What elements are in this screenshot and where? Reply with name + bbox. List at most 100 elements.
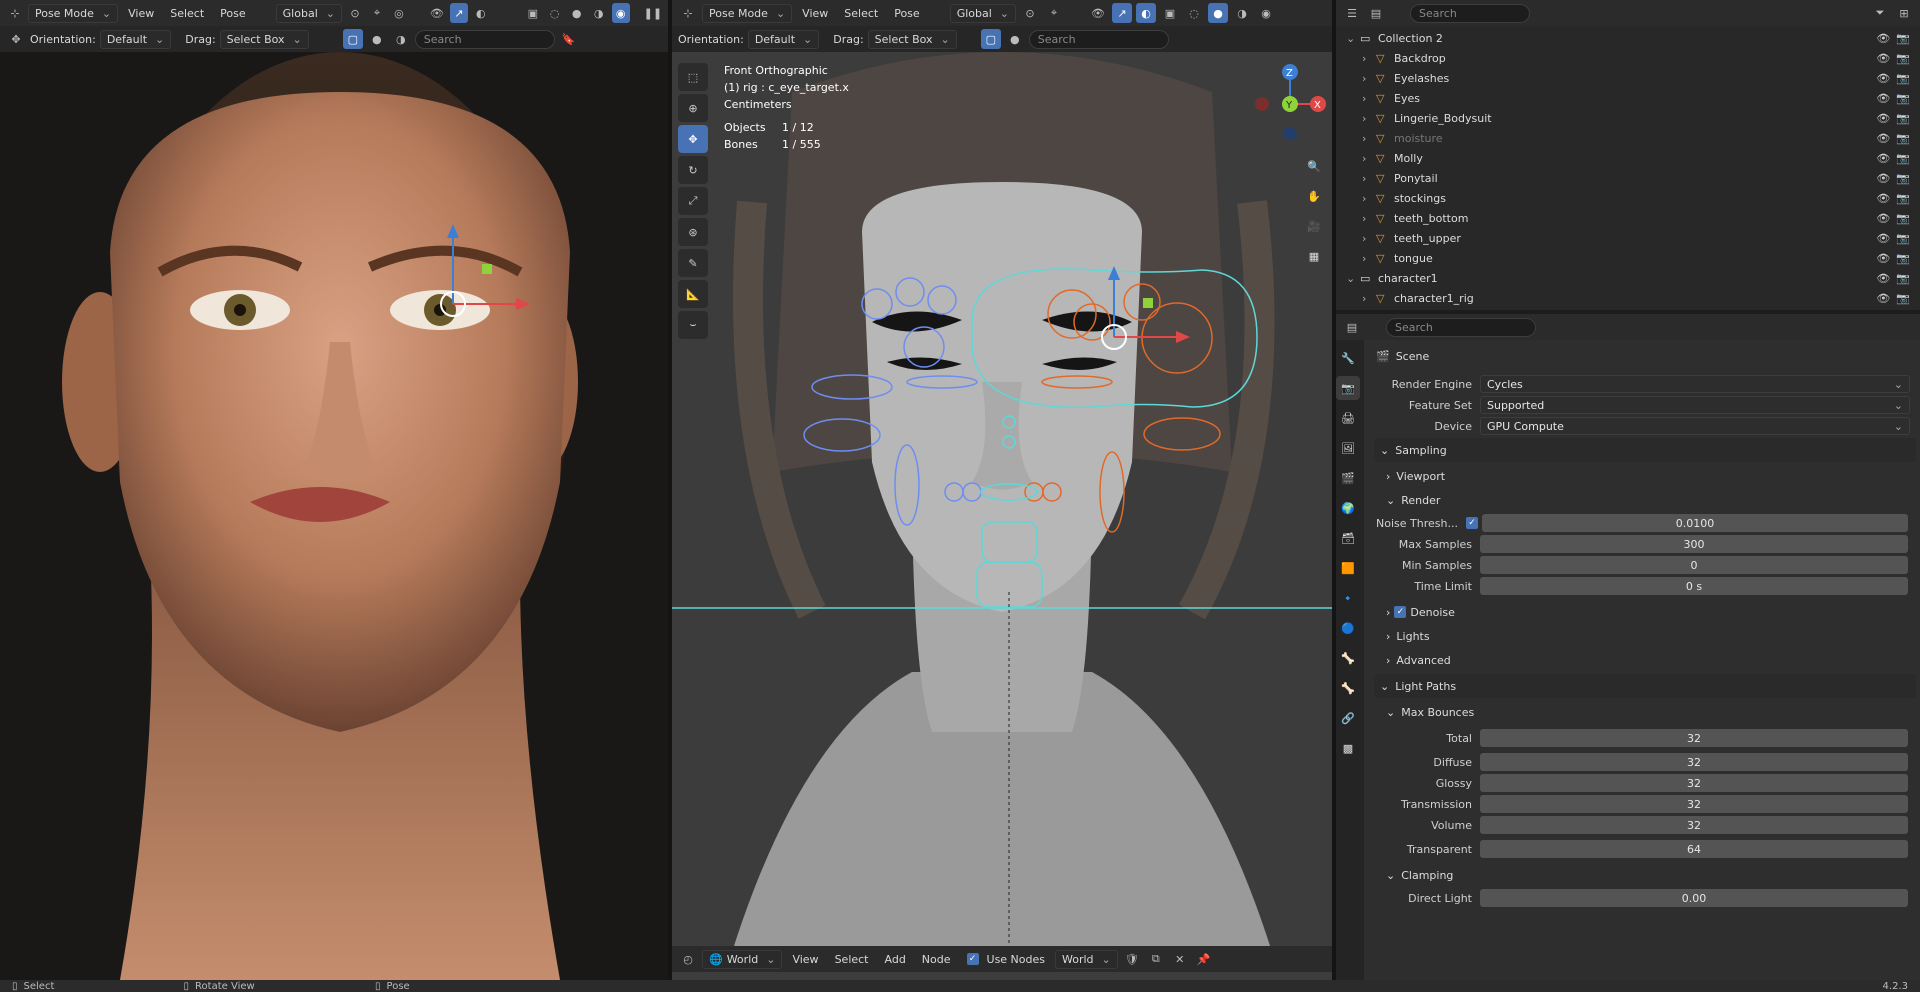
outliner-row[interactable]: › ▽ teeth_upper 👁 📷	[1336, 228, 1920, 248]
expand-chevron-right-icon[interactable]: ›	[1362, 52, 1376, 65]
max-samples-field[interactable]: 300	[1480, 535, 1908, 553]
pan-hand-icon[interactable]: ✋	[1302, 184, 1326, 208]
menu-select[interactable]: Select	[164, 5, 210, 22]
shading-ball-icon-3[interactable]: ●	[1005, 29, 1025, 49]
diffuse-field[interactable]: 32	[1480, 753, 1908, 771]
measure-tool-icon[interactable]: 📐	[678, 280, 708, 308]
advanced-subpanel[interactable]: › Advanced	[1370, 648, 1920, 672]
outliner-row[interactable]: › ▽ stockings 👁 📷	[1336, 188, 1920, 208]
solid-shading-icon-2[interactable]: ●	[1208, 3, 1228, 23]
bone-tab-icon[interactable]: 🦴	[1336, 676, 1360, 700]
cursor-tool-icon[interactable]: ⊕	[678, 94, 708, 122]
transparent-field[interactable]: 64	[1480, 840, 1908, 858]
menu-pose-2[interactable]: Pose	[888, 5, 925, 22]
expand-chevron-right-icon[interactable]: ›	[1362, 212, 1376, 225]
snap-icon[interactable]: ⌖	[368, 3, 386, 23]
eye-icon[interactable]: 👁	[1876, 272, 1890, 285]
max-bounces-subpanel[interactable]: ⌄ Max Bounces	[1370, 700, 1920, 724]
eye-icon[interactable]: 👁	[1876, 232, 1890, 245]
armature-tab-icon[interactable]: 🦴	[1336, 646, 1360, 670]
render-engine-dropdown[interactable]: Cycles	[1480, 375, 1910, 393]
editor-type-icon[interactable]: ⊹	[6, 3, 24, 23]
camera-icon[interactable]: 🎥	[1302, 214, 1326, 238]
bookmark-icon[interactable]: 🔖	[559, 29, 579, 49]
mode-dropdown[interactable]: Pose Mode	[27, 3, 119, 23]
camera-icon[interactable]: 📷	[1896, 132, 1910, 145]
camera-icon[interactable]: 📷	[1896, 72, 1910, 85]
visibility-icon-2[interactable]: 👁	[1088, 3, 1108, 23]
move-tool-icon-2[interactable]: ✥	[678, 125, 708, 153]
rendered-shading-icon-2[interactable]: ◉	[1256, 3, 1276, 23]
drag-dropdown-2[interactable]: Select Box	[867, 29, 957, 49]
new-collection-icon[interactable]: ⊞	[1894, 3, 1914, 23]
feature-set-dropdown[interactable]: Supported	[1480, 396, 1910, 414]
rendered-shading-icon[interactable]: ◉	[611, 3, 630, 23]
camera-icon[interactable]: 📷	[1896, 32, 1910, 45]
outliner-row[interactable]: ⌄ ▭ Collection 2 👁 📷	[1336, 28, 1920, 48]
direct-light-field[interactable]: 0.00	[1480, 889, 1908, 907]
node-menu-add[interactable]: Add	[879, 951, 912, 968]
pivot-icon-2[interactable]: ⊙	[1020, 3, 1040, 23]
node-menu-view[interactable]: View	[786, 951, 824, 968]
eye-icon[interactable]: 👁	[1876, 212, 1890, 225]
camera-icon[interactable]: 📷	[1896, 212, 1910, 225]
outliner-row[interactable]: › ▽ teeth_bottom 👁 📷	[1336, 208, 1920, 228]
expand-chevron-right-icon[interactable]: ›	[1362, 292, 1376, 305]
min-samples-field[interactable]: 0	[1480, 556, 1908, 574]
shading-ball-icon-2[interactable]: ◑	[391, 29, 411, 49]
outliner-row[interactable]: › ▽ Lingerie_Bodysuit 👁 📷	[1336, 108, 1920, 128]
sampling-panel-header[interactable]: ⌄ Sampling	[1374, 438, 1916, 462]
expand-chevron-right-icon[interactable]: ›	[1362, 172, 1376, 185]
constraint-tab-icon[interactable]: 🔗	[1336, 706, 1360, 730]
scene-tab-icon[interactable]: 🎬	[1336, 466, 1360, 490]
expand-chevron-right-icon[interactable]: ›	[1362, 192, 1376, 205]
outliner-row[interactable]: › ▽ Backdrop 👁 📷	[1336, 48, 1920, 68]
wireframe-shading-icon[interactable]: ◌	[546, 3, 564, 23]
outliner-row[interactable]: › ▽ Molly 👁 📷	[1336, 148, 1920, 168]
eye-icon[interactable]: 👁	[1876, 32, 1890, 45]
texture-tab-icon[interactable]: ▩	[1336, 736, 1360, 760]
eye-icon[interactable]: 👁	[1876, 172, 1890, 185]
collection-tab-icon[interactable]: 🗃	[1336, 526, 1360, 550]
camera-icon[interactable]: 📷	[1896, 152, 1910, 165]
editor-type-icon-2[interactable]: ⊹	[678, 3, 698, 23]
clamping-subpanel[interactable]: ⌄ Clamping	[1370, 863, 1920, 887]
node-menu-select[interactable]: Select	[829, 951, 875, 968]
expand-chevron-right-icon[interactable]: ›	[1362, 252, 1376, 265]
outliner-type-icon[interactable]: ☰	[1342, 3, 1362, 23]
scale-tool-icon[interactable]: ⤢	[678, 187, 708, 215]
expand-chevron-right-icon[interactable]: ›	[1362, 92, 1376, 105]
eye-icon[interactable]: 👁	[1876, 252, 1890, 265]
expand-chevron-right-icon[interactable]: ›	[1362, 132, 1376, 145]
pivot-icon[interactable]: ⊙	[346, 3, 364, 23]
outliner-row[interactable]: › ▽ Eyelashes 👁 📷	[1336, 68, 1920, 88]
eye-icon[interactable]: 👁	[1876, 152, 1890, 165]
light-paths-panel-header[interactable]: ⌄ Light Paths	[1374, 674, 1916, 698]
left-search-input[interactable]: Search	[414, 29, 555, 49]
time-limit-field[interactable]: 0 s	[1480, 577, 1908, 595]
wireframe-shading-icon-2[interactable]: ◌	[1184, 3, 1204, 23]
camera-icon[interactable]: 📷	[1896, 292, 1910, 305]
zoom-icon[interactable]: 🔍	[1302, 154, 1326, 178]
menu-view[interactable]: View	[122, 5, 160, 22]
glossy-field[interactable]: 32	[1480, 774, 1908, 792]
annotate-tool-icon[interactable]: ✎	[678, 249, 708, 277]
expand-chevron-right-icon[interactable]: ›	[1362, 72, 1376, 85]
pin-icon[interactable]: 📌	[1194, 949, 1214, 969]
denoise-subpanel[interactable]: › ✓ Denoise	[1370, 600, 1920, 624]
material-shading-icon-2[interactable]: ◑	[1232, 3, 1252, 23]
properties-search-input[interactable]: Search	[1386, 317, 1536, 337]
drag-dropdown[interactable]: Select Box	[219, 29, 309, 49]
outliner-row[interactable]: › ▽ tongue 👁 📷	[1336, 248, 1920, 268]
world-datablock[interactable]: World	[1055, 949, 1118, 969]
eye-icon[interactable]: 👁	[1876, 72, 1890, 85]
outliner-row[interactable]: › ▽ moisture 👁 📷	[1336, 128, 1920, 148]
noise-threshold-checkbox[interactable]: ✓	[1466, 517, 1478, 529]
volume-field[interactable]: 32	[1480, 816, 1908, 834]
select-box-tool-icon[interactable]: ⬚	[678, 63, 708, 91]
eye-icon[interactable]: 👁	[1876, 132, 1890, 145]
node-editor-type-icon[interactable]: ◴	[678, 949, 698, 969]
gizmo-icon-2[interactable]: ↗	[1112, 3, 1132, 23]
camera-icon[interactable]: 📷	[1896, 92, 1910, 105]
transform-space-dropdown-2[interactable]: Global	[949, 3, 1016, 23]
